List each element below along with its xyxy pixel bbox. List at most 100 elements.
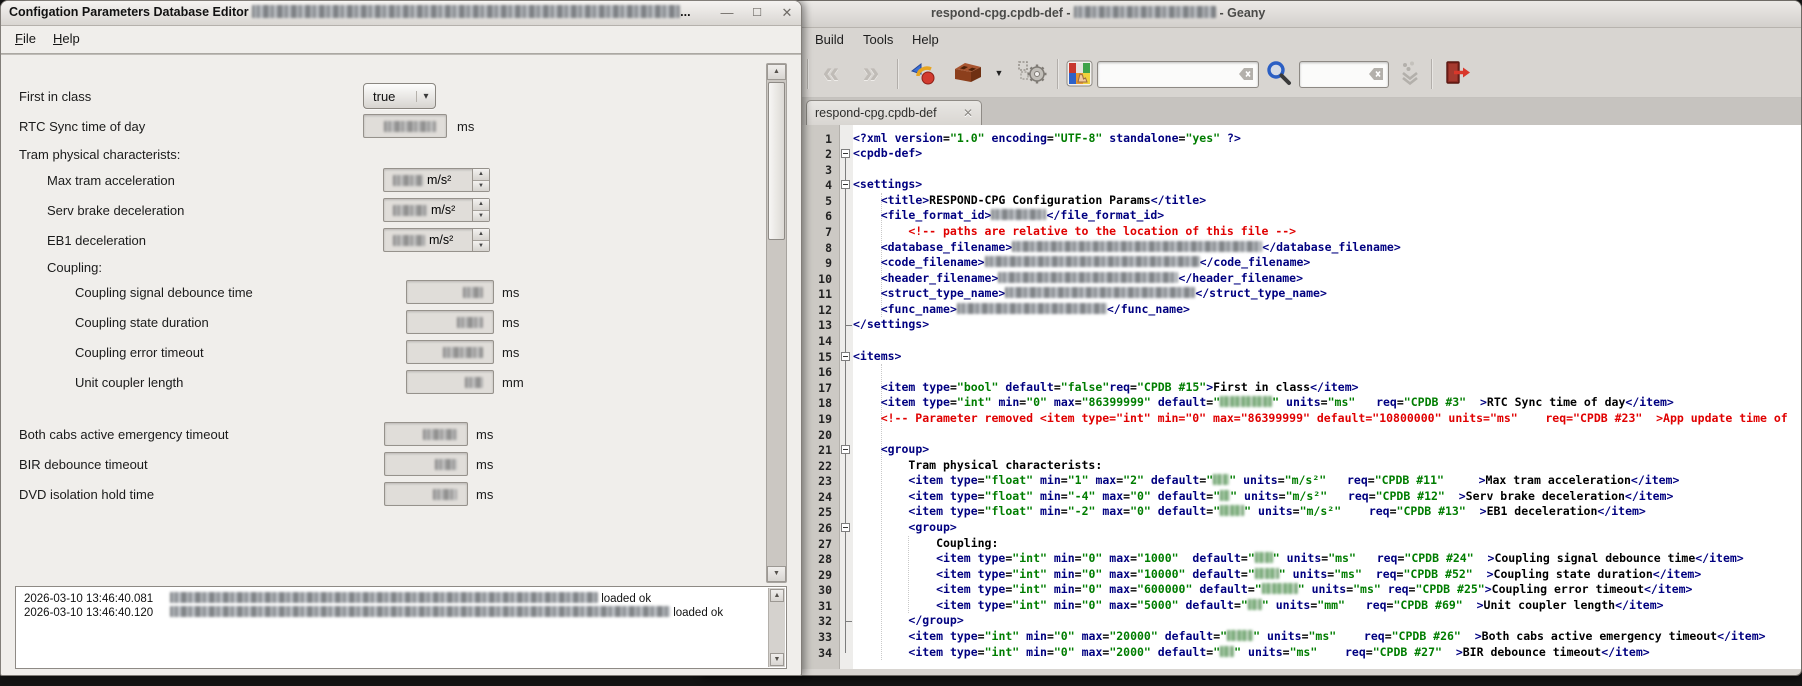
toolbar-separator (897, 59, 898, 89)
spin-up-icon[interactable]: ▲ (473, 199, 489, 211)
redacted-value (1262, 583, 1298, 594)
minimize-icon[interactable]: — (715, 3, 739, 23)
menu-tools[interactable]: Tools (853, 30, 903, 49)
cpdb-editor-window: Configation Parameters Database Editor .… (0, 0, 802, 676)
field-label: DVD isolation hold time (19, 487, 154, 502)
search-icon[interactable] (1261, 57, 1295, 89)
redacted-value (170, 606, 670, 617)
spin-buttons[interactable]: ▲▼ (472, 169, 489, 191)
jump-to-line-icon[interactable] (1393, 57, 1427, 89)
scroll-down-icon[interactable]: ▼ (770, 653, 784, 666)
goto-line-input[interactable] (1299, 61, 1389, 88)
redacted-value (998, 272, 1178, 283)
redacted-value (1005, 287, 1195, 298)
spin-down-icon[interactable]: ▼ (473, 181, 489, 192)
log-scrollbar[interactable]: ▲ ▼ (768, 588, 785, 667)
run-gears-icon[interactable] (1013, 57, 1051, 89)
redacted-value (443, 347, 483, 358)
field-label: Coupling signal debounce time (75, 285, 253, 300)
code-line: <item type="int" min="0" max="20000" def… (853, 629, 1766, 645)
menu-build[interactable]: Build (805, 30, 854, 49)
toolbar-separator (1431, 59, 1432, 89)
unit-label: ms (502, 345, 519, 360)
code-line: <item type="float" min="-4" max="0" defa… (853, 489, 1673, 505)
tab-close-icon[interactable]: ✕ (963, 106, 973, 120)
spin-buttons[interactable]: ▲▼ (472, 229, 489, 251)
dialog-menubar: File Help (1, 25, 801, 52)
scroll-up-icon[interactable]: ▲ (767, 64, 786, 80)
code-line: Tram physical characterists: (853, 458, 1102, 474)
value-field[interactable] (406, 280, 494, 304)
code-line: </group> (853, 613, 964, 629)
value-field[interactable] (406, 310, 494, 334)
clear-icon[interactable] (1238, 66, 1255, 82)
field-label: Unit coupler length (75, 375, 183, 390)
scrollbar-thumb[interactable] (768, 82, 785, 240)
dialog-scrollbar[interactable]: ▲ ▼ (766, 63, 787, 583)
first-in-class-combo[interactable]: true▾ (363, 83, 436, 109)
form-row: Serv brake deceleration m/s²▲▼ (1, 203, 761, 231)
redacted-value (423, 429, 457, 440)
value-field[interactable]: m/s² ▲▼ (383, 198, 490, 222)
form-row: BIR debounce timeoutms (1, 457, 761, 485)
redacted-value (1248, 599, 1262, 610)
form-row: Tram physical characterists: (1, 147, 761, 175)
code-line: <item type="int" min="0" max="5000" defa… (853, 598, 1664, 614)
combo-value: true (364, 89, 416, 104)
redacted-value (384, 121, 436, 132)
spin-down-icon[interactable]: ▼ (473, 241, 489, 252)
field-label: Max tram acceleration (47, 173, 175, 188)
unit-label: m/s² (431, 203, 455, 217)
field-label: Coupling: (47, 260, 102, 275)
value-field[interactable] (406, 370, 494, 394)
toolbar-separator (1057, 59, 1058, 89)
tab-label: respond-cpg.cpdb-def (815, 106, 957, 120)
form-row: Coupling error timeout ms (1, 345, 761, 373)
compile-brick-icon[interactable] (947, 57, 987, 89)
spin-down-icon[interactable]: ▼ (473, 211, 489, 222)
log-entry: 2026-03-10 13:46:40.120 loaded ok (24, 606, 723, 619)
code-editor[interactable]: 1234567891011121314151617181920212223242… (701, 125, 1801, 669)
scroll-down-icon[interactable]: ▼ (767, 566, 786, 582)
maximize-icon[interactable]: ☐ (745, 3, 769, 23)
back-icon[interactable]: « (813, 57, 849, 89)
value-field[interactable] (384, 482, 468, 506)
value-field[interactable]: m/s²▲▼ (383, 228, 490, 252)
field-label: Coupling error timeout (75, 345, 204, 360)
code-area: <?xml version="1.0" encoding="UTF-8" sta… (701, 125, 1801, 669)
clear-icon[interactable] (1368, 66, 1385, 82)
menu-help[interactable]: Help (902, 30, 949, 49)
field-label: Both cabs active emergency timeout (19, 427, 229, 442)
menu-help[interactable]: Help (45, 29, 88, 48)
redacted-path (1074, 6, 1216, 18)
code-line: <item type="int" min="0" max="600000" de… (853, 582, 1692, 598)
field-label: Coupling state duration (75, 315, 209, 330)
value-field[interactable] (406, 340, 494, 364)
menubar-separator (1, 53, 801, 55)
forward-icon[interactable]: » (853, 57, 889, 89)
tab-respond-cpg[interactable]: respond-cpg.cpdb-def ✕ (806, 100, 982, 125)
unit-label: ms (457, 119, 474, 134)
spin-buttons[interactable]: ▲▼ (472, 199, 489, 221)
value-field[interactable] (363, 114, 447, 138)
code-line: <items> (853, 349, 901, 365)
form-row: First in classtrue▾ (1, 89, 761, 117)
close-icon[interactable]: ✕ (775, 3, 799, 23)
search-input[interactable] (1097, 61, 1259, 88)
value-field[interactable]: m/s²▲▼ (383, 168, 490, 192)
value-field[interactable] (384, 422, 468, 446)
quit-icon[interactable] (1439, 57, 1475, 89)
scroll-up-icon[interactable]: ▲ (770, 589, 784, 602)
spin-up-icon[interactable]: ▲ (473, 229, 489, 241)
menu-file[interactable]: File (7, 29, 44, 48)
geany-toolbar: « » ▼ (701, 51, 1801, 98)
color-chooser-icon[interactable] (1063, 57, 1095, 89)
form-row: Both cabs active emergency timeoutms (1, 427, 761, 455)
spin-up-icon[interactable]: ▲ (473, 169, 489, 181)
value-field[interactable] (384, 452, 468, 476)
code-line: <title>RESPOND-CPG Configuration Params<… (853, 193, 1206, 209)
code-line: <item type="bool" default="false"req="CP… (853, 380, 1359, 396)
revert-icon[interactable] (905, 57, 941, 89)
chevron-down-icon: ▾ (416, 91, 435, 102)
build-dropdown-icon[interactable]: ▼ (991, 57, 1007, 89)
